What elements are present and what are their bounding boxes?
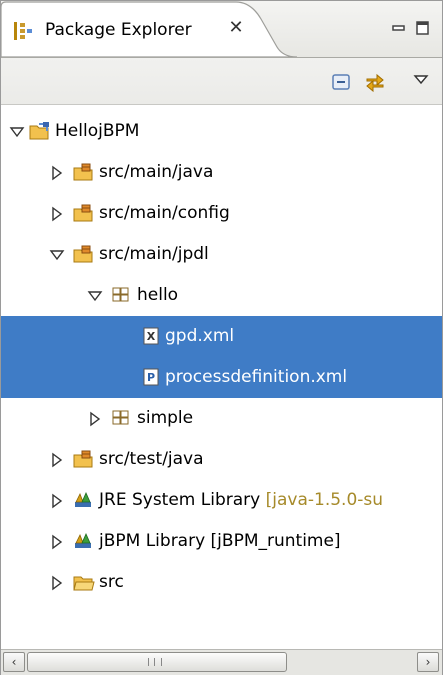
tree-item-label: jBPM Library [jBPM_runtime] xyxy=(99,531,341,551)
package-explorer-view: Package Explorer ✕ HellojBPM src/main/ja… xyxy=(0,0,443,675)
view-toolbar xyxy=(1,58,442,105)
view-tab-strip: Package Explorer ✕ xyxy=(1,1,442,58)
tree-item-label: HellojBPM xyxy=(55,121,140,141)
source-folder-icon xyxy=(73,204,93,222)
collapsed-twisty-icon[interactable] xyxy=(49,534,65,550)
package-icon xyxy=(112,410,129,425)
scroll-right-arrow-icon[interactable]: › xyxy=(417,652,439,672)
tree-item-project[interactable]: HellojBPM xyxy=(1,111,442,152)
library-icon xyxy=(75,533,91,548)
source-folder-icon xyxy=(73,450,93,468)
collapsed-twisty-icon[interactable] xyxy=(49,206,65,222)
tree-item-label: src/main/config xyxy=(99,203,230,223)
horizontal-scrollbar[interactable]: ‹ › xyxy=(1,649,442,675)
package-icon xyxy=(112,287,129,302)
tree-item-src-test-java[interactable]: src/test/java xyxy=(1,439,442,480)
scrollbar-grip-icon xyxy=(148,658,162,666)
expanded-twisty-icon[interactable] xyxy=(49,247,65,263)
tree-item-label: gpd.xml xyxy=(165,326,235,346)
tree-item-jre-library[interactable]: JRE System Library [java-1.5.0-su xyxy=(1,480,442,521)
svg-text:P: P xyxy=(147,371,155,384)
expanded-twisty-icon[interactable] xyxy=(9,124,25,140)
tree-item-package-hello[interactable]: hello xyxy=(1,275,442,316)
view-title: Package Explorer xyxy=(45,20,192,40)
scroll-left-arrow-icon[interactable]: ‹ xyxy=(3,652,25,672)
tree-item-jbpm-library[interactable]: jBPM Library [jBPM_runtime] xyxy=(1,521,442,562)
tree-item-label: src/test/java xyxy=(99,449,204,469)
svg-text:X: X xyxy=(147,330,156,343)
library-icon xyxy=(75,492,91,507)
expanded-twisty-icon[interactable] xyxy=(87,288,103,304)
tree-item-package-simple[interactable]: simple xyxy=(1,398,442,439)
tree-item-label: src xyxy=(99,572,124,592)
maximize-icon[interactable] xyxy=(415,21,431,35)
collapsed-twisty-icon[interactable] xyxy=(49,452,65,468)
collapsed-twisty-icon[interactable] xyxy=(49,575,65,591)
project-folder-icon xyxy=(29,122,49,140)
project-tree: HellojBPM src/main/java src/main/config … xyxy=(1,105,442,643)
collapsed-twisty-icon[interactable] xyxy=(87,411,103,427)
close-icon[interactable]: ✕ xyxy=(225,17,247,39)
tree-item-src[interactable]: src xyxy=(1,562,442,603)
collapsed-twisty-icon[interactable] xyxy=(49,165,65,181)
tree-item-gpd-xml[interactable]: X gpd.xml xyxy=(1,316,442,357)
tree-item-processdefinition-xml[interactable]: P processdefinition.xml xyxy=(1,357,442,398)
tree-item-label: simple xyxy=(137,408,194,428)
scrollbar-thumb[interactable] xyxy=(27,652,287,672)
tree-item-label: src/main/jpdl xyxy=(99,244,209,264)
package-explorer-icon xyxy=(14,22,32,40)
tree-item-src-main-java[interactable]: src/main/java xyxy=(1,152,442,193)
tree-item-label: src/main/java xyxy=(99,162,214,182)
package-explorer-tab[interactable]: Package Explorer ✕ xyxy=(1,1,299,57)
minimize-icon[interactable] xyxy=(391,21,407,35)
tree-item-label: hello xyxy=(137,285,179,305)
link-with-editor-icon[interactable] xyxy=(363,70,387,94)
xml-file-icon: X xyxy=(143,327,159,345)
tree-item-src-main-jpdl[interactable]: src/main/jpdl xyxy=(1,234,442,275)
tree-item-label: processdefinition.xml xyxy=(165,367,348,387)
tree-item-label: JRE System Library [java-1.5.0-su xyxy=(99,490,383,510)
library-name: JRE System Library xyxy=(99,490,261,510)
view-menu-icon[interactable] xyxy=(409,68,433,92)
source-folder-icon xyxy=(73,163,93,181)
tree-item-src-main-config[interactable]: src/main/config xyxy=(1,193,442,234)
collapsed-twisty-icon[interactable] xyxy=(49,493,65,509)
source-folder-icon xyxy=(73,245,93,263)
library-decoration: [java-1.5.0-su xyxy=(265,490,384,510)
collapse-all-icon[interactable] xyxy=(329,70,353,94)
folder-icon xyxy=(73,576,95,591)
process-definition-file-icon: P xyxy=(143,368,159,386)
